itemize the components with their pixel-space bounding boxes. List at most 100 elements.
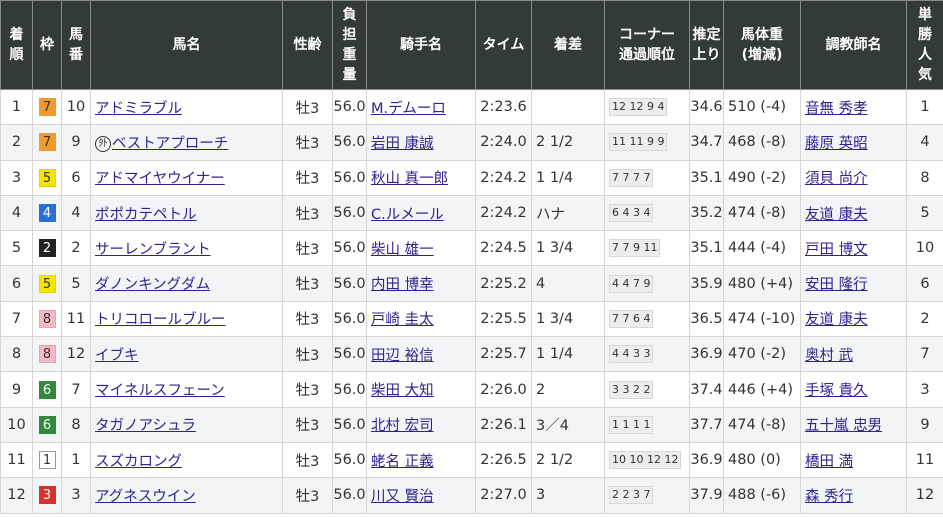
rank-cell: 8 (0, 336, 33, 373)
horse-link[interactable]: ベストアプローチ (112, 136, 228, 152)
margin-cell: 3／4 (531, 406, 605, 443)
jockey-link[interactable]: 岩田 康誠 (371, 136, 434, 152)
trainer-link[interactable]: 友道 康夫 (805, 312, 868, 328)
waku-badge: 7 (38, 133, 56, 152)
time-cell: 2:26.0 (475, 371, 532, 408)
waku-badge: 7 (38, 98, 56, 117)
waku-badge: 1 (38, 451, 56, 470)
umaban-cell: 7 (61, 371, 91, 408)
trainer-link[interactable]: 森 秀行 (805, 489, 853, 505)
jockey-link[interactable]: 戸崎 圭太 (371, 312, 434, 328)
corner-cell: 1 1 1 1 (604, 406, 690, 443)
result-row: 11 1 1 スズカロング 牡3 56.0 蛯名 正義 2:26.5 2 1/2… (0, 441, 943, 479)
rank-cell: 7 (0, 300, 33, 338)
last3f-cell: 35.1 (689, 230, 724, 267)
jockey-link[interactable]: 内田 博幸 (371, 277, 434, 293)
jockey-link[interactable]: M.デムーロ (371, 101, 446, 117)
sexage-cell: 牡3 (282, 477, 333, 514)
corner-positions: 7 7 6 4 (609, 309, 654, 328)
sexage-cell: 牡3 (282, 300, 333, 338)
trainer-link[interactable]: 戸田 博文 (805, 242, 868, 258)
horse-link[interactable]: ダノンキングダム (95, 277, 210, 293)
trainer-link[interactable]: 藤原 英昭 (805, 136, 868, 152)
jockey-link[interactable]: 秋山 真一郎 (371, 171, 448, 187)
jockey-link[interactable]: 北村 宏司 (371, 418, 434, 434)
horse-link[interactable]: ポポカテペトル (95, 207, 197, 223)
jockey-link[interactable]: C.ルメール (371, 207, 444, 223)
waku-cell: 2 (32, 230, 62, 267)
trainer-link[interactable]: 橋田 満 (805, 454, 853, 470)
sexage-cell: 牡3 (282, 124, 333, 161)
header-sexage: 性齢 (282, 0, 333, 90)
jockey-cell: C.ルメール (366, 194, 476, 232)
umaban-cell: 6 (61, 159, 91, 196)
margin-cell: 1 1/4 (531, 159, 605, 196)
horse-link[interactable]: イブキ (95, 348, 139, 364)
jockey-link[interactable]: 川又 賢治 (371, 489, 434, 505)
result-row: 7 8 11 トリコロールブルー 牡3 56.0 戸崎 圭太 2:25.5 1 … (0, 300, 943, 338)
waku-cell: 8 (32, 336, 62, 373)
popularity-cell: 3 (906, 371, 943, 408)
last3f-cell: 37.4 (689, 371, 724, 408)
trainer-cell: 藤原 英昭 (800, 124, 907, 161)
corner-positions: 12 12 9 4 (609, 98, 668, 117)
trainer-link[interactable]: 奥村 武 (805, 348, 853, 364)
rank-cell: 9 (0, 371, 33, 408)
trainer-link[interactable]: 須貝 尚介 (805, 171, 868, 187)
bodyweight-cell: 444 (-4) (723, 230, 801, 267)
jockey-link[interactable]: 柴山 雄一 (371, 242, 434, 258)
umaban-cell: 5 (61, 265, 91, 302)
umaban-cell: 12 (61, 336, 91, 373)
horse-link[interactable]: マイネルスフェーン (95, 383, 225, 399)
horse-cell: ポポカテペトル (90, 194, 283, 232)
jockey-cell: 柴山 雄一 (366, 230, 476, 267)
jockey-cell: 川又 賢治 (366, 477, 476, 514)
weight-cell: 56.0 (332, 406, 367, 443)
waku-badge: 8 (38, 345, 56, 364)
corner-cell: 7 7 9 11 (604, 230, 690, 267)
time-cell: 2:25.5 (475, 300, 532, 338)
popularity-cell: 12 (906, 477, 943, 514)
header-last3f: 推定上り (689, 0, 724, 90)
sexage-cell: 牡3 (282, 406, 333, 443)
rank-cell: 11 (0, 441, 33, 479)
horse-link[interactable]: タガノアシュラ (95, 418, 196, 434)
last3f-cell: 36.9 (689, 441, 724, 479)
margin-cell: 2 (531, 371, 605, 408)
result-row: 5 2 2 サーレンブラント 牡3 56.0 柴山 雄一 2:24.5 1 3/… (0, 230, 943, 267)
umaban-cell: 3 (61, 477, 91, 514)
foreign-mark-icon: 外 (95, 135, 111, 152)
horse-link[interactable]: スズカロング (95, 454, 182, 470)
weight-cell: 56.0 (332, 477, 367, 514)
jockey-link[interactable]: 田辺 裕信 (371, 348, 434, 364)
corner-positions: 6 4 3 4 (609, 204, 654, 223)
trainer-link[interactable]: 音無 秀孝 (805, 101, 868, 117)
header-umaban: 馬番 (61, 0, 91, 90)
trainer-link[interactable]: 手塚 貴久 (805, 383, 868, 399)
header-popularity-label: 単勝人気 (918, 7, 932, 83)
waku-cell: 3 (32, 477, 62, 514)
horse-link[interactable]: アドミラブル (95, 101, 182, 117)
margin-cell: ハナ (531, 194, 605, 232)
popularity-cell: 2 (906, 300, 943, 338)
sexage-cell: 牡3 (282, 336, 333, 373)
bodyweight-cell: 446 (+4) (723, 371, 801, 408)
header-rank-label: 着順 (9, 27, 24, 63)
jockey-link[interactable]: 蛯名 正義 (371, 454, 434, 470)
time-cell: 2:26.5 (475, 441, 532, 479)
horse-link[interactable]: アドマイヤウイナー (95, 171, 225, 187)
trainer-link[interactable]: 五十嵐 忠男 (805, 418, 882, 434)
horse-cell: 外ベストアプローチ (90, 124, 283, 161)
waku-badge: 2 (38, 239, 56, 258)
trainer-link[interactable]: 友道 康夫 (805, 207, 868, 223)
horse-cell: サーレンブラント (90, 230, 283, 267)
trainer-link[interactable]: 安田 隆行 (805, 277, 868, 293)
jockey-link[interactable]: 柴田 大知 (371, 383, 434, 399)
time-cell: 2:27.0 (475, 477, 532, 514)
header-corner-label: コーナー 通過順位 (619, 27, 675, 63)
horse-link[interactable]: トリコロールブルー (95, 312, 226, 328)
header-trainer: 調教師名 (800, 0, 907, 90)
umaban-cell: 2 (61, 230, 91, 267)
horse-link[interactable]: アグネスウイン (95, 489, 196, 505)
horse-link[interactable]: サーレンブラント (95, 242, 211, 258)
